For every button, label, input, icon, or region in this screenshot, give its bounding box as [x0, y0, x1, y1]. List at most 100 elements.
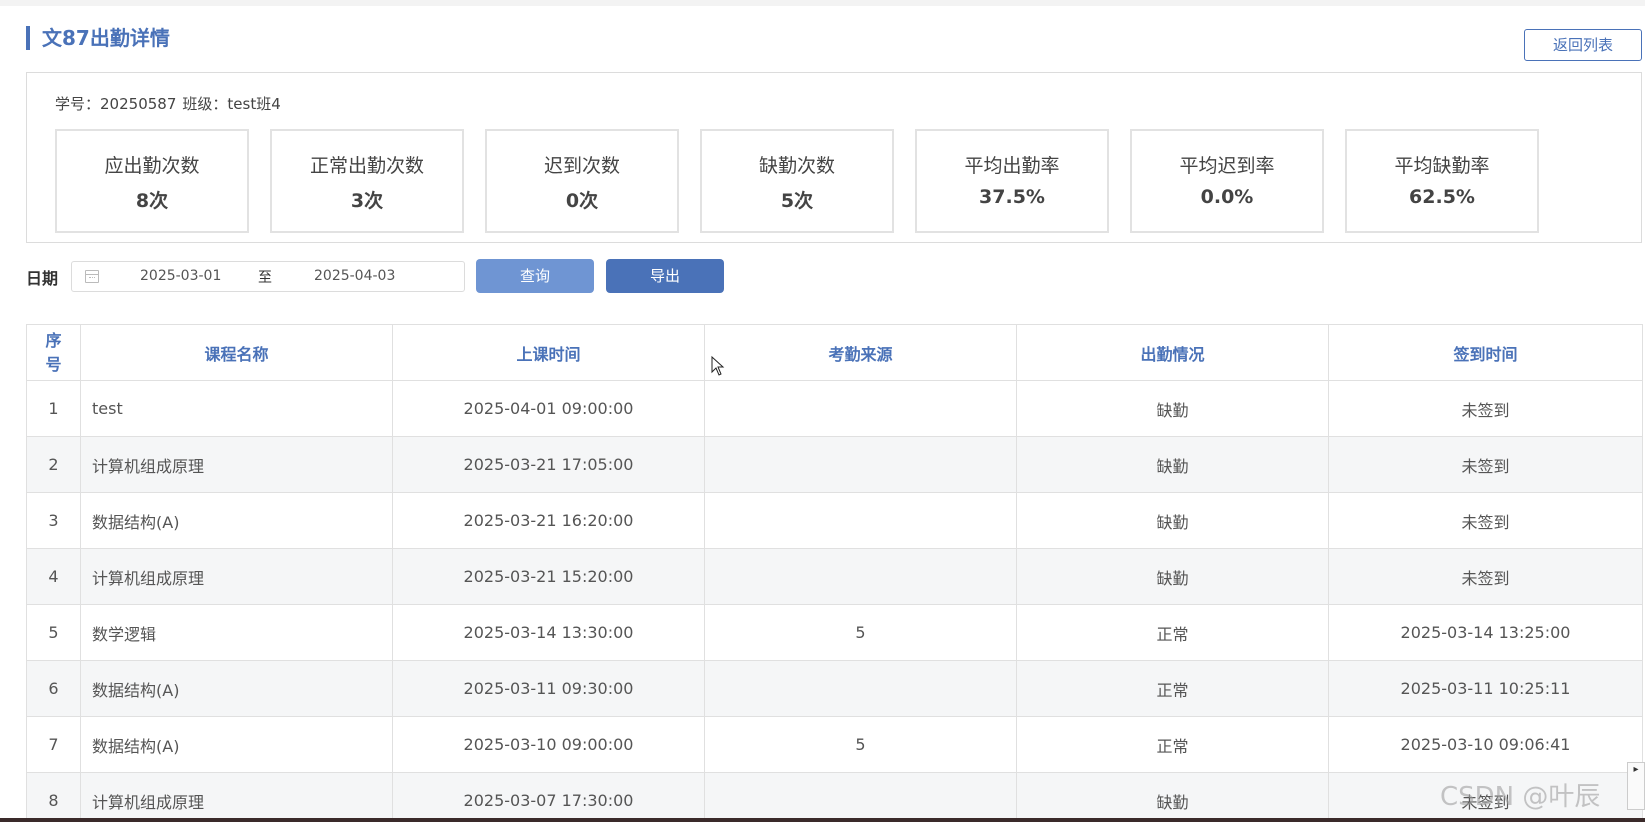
stat-value: 62.5%: [1409, 186, 1475, 208]
summary-panel: 学号：20250587 班级：test班4 应出勤次数 8次 正常出勤次数 3次 …: [26, 72, 1642, 243]
cell-index: 7: [26, 716, 81, 773]
cell-class-time: 2025-03-07 17:30:00: [392, 772, 705, 822]
header-class-time: 上课时间: [392, 324, 705, 381]
cell-class-time: 2025-03-10 09:00:00: [392, 716, 705, 773]
cell-checkin-time: 未签到: [1328, 492, 1643, 549]
header-course: 课程名称: [80, 324, 393, 381]
stat-card-expected: 应出勤次数 8次: [55, 129, 249, 233]
cell-status: 正常: [1016, 716, 1329, 773]
cell-class-time: 2025-03-21 17:05:00: [392, 436, 705, 493]
cell-source: [704, 660, 1017, 717]
cell-class-time: 2025-03-21 16:20:00: [392, 492, 705, 549]
page-title: 文87出勤详情: [26, 26, 170, 50]
cell-status: 缺勤: [1016, 772, 1329, 822]
cell-course: test: [80, 380, 393, 437]
stat-label: 平均出勤率: [964, 155, 1060, 177]
date-range-separator: 至: [258, 270, 272, 286]
header-index: 序号: [26, 324, 81, 381]
cell-checkin-time: 未签到: [1328, 380, 1643, 437]
student-id-label: 学号：: [55, 95, 101, 113]
cell-course: 计算机组成原理: [80, 548, 393, 605]
table-row: 8 计算机组成原理 2025-03-07 17:30:00 缺勤 未签到: [26, 772, 1643, 822]
header-checkin-time: 签到时间: [1328, 324, 1643, 381]
stat-value: 3次: [350, 190, 384, 212]
cell-class-time: 2025-04-01 09:00:00: [392, 380, 705, 437]
table-row: 4 计算机组成原理 2025-03-21 15:20:00 缺勤 未签到: [26, 548, 1643, 605]
stat-label: 缺勤次数: [758, 155, 835, 177]
cell-course: 数据结构(A): [80, 716, 393, 773]
table-row: 1 test 2025-04-01 09:00:00 缺勤 未签到: [26, 380, 1643, 437]
stat-value: 0.0%: [1200, 186, 1254, 208]
cell-checkin-time: 未签到: [1328, 548, 1643, 605]
cell-course: 数据结构(A): [80, 660, 393, 717]
table-row: 6 数据结构(A) 2025-03-11 09:30:00 正常 2025-03…: [26, 660, 1643, 717]
header-index-label: 序号: [45, 330, 62, 374]
cell-checkin-time: 2025-03-11 10:25:11: [1328, 660, 1643, 717]
stat-card-late-rate: 平均迟到率 0.0%: [1130, 129, 1324, 233]
student-info: 学号：20250587 班级：test班4: [55, 93, 281, 114]
date-filter-label: 日期: [26, 269, 59, 288]
table-row: 3 数据结构(A) 2025-03-21 16:20:00 缺勤 未签到: [26, 492, 1643, 549]
stat-card-absent: 缺勤次数 5次: [700, 129, 894, 233]
cell-source: [704, 436, 1017, 493]
cell-status: 缺勤: [1016, 436, 1329, 493]
cell-status: 缺勤: [1016, 380, 1329, 437]
cell-checkin-time: 2025-03-14 13:25:00: [1328, 604, 1643, 661]
cell-index: 2: [26, 436, 81, 493]
student-id: 20250587: [100, 95, 177, 113]
cell-course: 数学逻辑: [80, 604, 393, 661]
query-button[interactable]: 查询: [476, 259, 594, 293]
cell-checkin-time: 2025-03-10 09:06:41: [1328, 716, 1643, 773]
cell-source: [704, 492, 1017, 549]
cell-index: 6: [26, 660, 81, 717]
export-button[interactable]: 导出: [606, 259, 724, 293]
back-to-list-button[interactable]: 返回列表: [1524, 29, 1642, 61]
cell-checkin-time: 未签到: [1328, 436, 1643, 493]
top-strip: [0, 0, 1645, 6]
date-range-picker[interactable]: 2025-03-01 至 2025-04-03: [71, 261, 465, 292]
table-row: 2 计算机组成原理 2025-03-21 17:05:00 缺勤 未签到: [26, 436, 1643, 493]
stat-label: 应出勤次数: [104, 155, 200, 177]
stat-value: 5次: [780, 190, 814, 212]
cell-source: [704, 380, 1017, 437]
cell-source: [704, 772, 1017, 822]
stat-label: 正常出勤次数: [309, 155, 424, 177]
cell-index: 1: [26, 380, 81, 437]
mouse-pointer-icon: [711, 355, 725, 376]
stat-card-normal: 正常出勤次数 3次: [270, 129, 464, 233]
watermark: CSDN @叶辰: [1440, 782, 1601, 812]
class-name: test班4: [227, 95, 281, 113]
stat-label: 平均迟到率: [1179, 155, 1275, 177]
stat-label: 平均缺勤率: [1394, 155, 1490, 177]
table-row: 7 数据结构(A) 2025-03-10 09:00:00 5 正常 2025-…: [26, 716, 1643, 773]
table-header-row: 序号 课程名称 上课时间 考勤来源 出勤情况 签到时间: [26, 324, 1643, 381]
bottom-bar: [0, 818, 1645, 822]
cell-course: 计算机组成原理: [80, 772, 393, 822]
cell-status: 正常: [1016, 604, 1329, 661]
stat-value: 37.5%: [979, 186, 1045, 208]
stat-value: 0次: [565, 190, 599, 212]
table-row: 5 数学逻辑 2025-03-14 13:30:00 5 正常 2025-03-…: [26, 604, 1643, 661]
end-date-input[interactable]: 2025-04-03: [314, 268, 395, 284]
cell-class-time: 2025-03-21 15:20:00: [392, 548, 705, 605]
class-label: 班级：: [182, 95, 228, 113]
cell-class-time: 2025-03-11 09:30:00: [392, 660, 705, 717]
cell-source: 5: [704, 604, 1017, 661]
header-status: 出勤情况: [1016, 324, 1329, 381]
cell-status: 缺勤: [1016, 492, 1329, 549]
page: 文87出勤详情 返回列表 学号：20250587 班级：test班4 应出勤次数 …: [0, 0, 1645, 822]
cell-index: 8: [26, 772, 81, 822]
attendance-table: 序号 课程名称 上课时间 考勤来源 出勤情况 签到时间 1 test 2025-…: [26, 324, 1643, 822]
stat-card-attendance-rate: 平均出勤率 37.5%: [915, 129, 1109, 233]
header-source: 考勤来源: [704, 324, 1017, 381]
stat-value: 8次: [135, 190, 169, 212]
cell-index: 5: [26, 604, 81, 661]
side-toggle-tab[interactable]: ▸: [1627, 762, 1645, 810]
start-date-input[interactable]: 2025-03-01: [140, 268, 221, 284]
cell-course: 计算机组成原理: [80, 436, 393, 493]
cell-status: 缺勤: [1016, 548, 1329, 605]
cell-index: 4: [26, 548, 81, 605]
cell-source: 5: [704, 716, 1017, 773]
cell-index: 3: [26, 492, 81, 549]
cell-status: 正常: [1016, 660, 1329, 717]
